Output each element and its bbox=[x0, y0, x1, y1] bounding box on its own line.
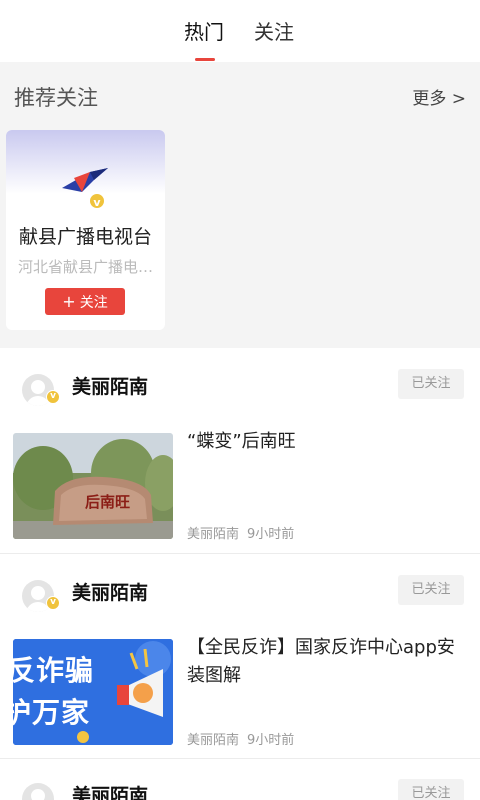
recommend-title: 推荐关注 bbox=[14, 86, 98, 110]
article-thumbnail[interactable]: 反诈骗 护万家 bbox=[13, 639, 173, 745]
author-avatar[interactable] bbox=[22, 783, 54, 800]
followed-button[interactable]: 已关注 bbox=[398, 369, 464, 399]
follow-button[interactable]: + 关注 bbox=[45, 288, 125, 315]
tab-follow[interactable]: 关注 bbox=[254, 16, 294, 45]
author-name[interactable]: 美丽陌南 bbox=[72, 578, 148, 605]
verified-badge-icon: v bbox=[88, 192, 106, 210]
active-tab-indicator bbox=[195, 58, 215, 61]
followed-button[interactable]: 已关注 bbox=[398, 575, 464, 605]
verified-badge-icon: v bbox=[46, 596, 60, 610]
section-separator bbox=[0, 340, 480, 348]
article-time: 9小时前 bbox=[247, 733, 295, 748]
verified-badge-icon: v bbox=[46, 390, 60, 404]
article-time: 9小时前 bbox=[247, 527, 295, 542]
article-thumbnail[interactable]: 后南旺 bbox=[13, 433, 173, 539]
feed-item[interactable]: v 美丽陌南 已关注 后南旺 “蝶变”后南旺 美丽陌南 9小时前 bbox=[0, 348, 480, 553]
feed-item[interactable]: v 美丽陌南 已关注 反诈骗 护万家 【全民反诈】国家反诈中心app安装图解 美… bbox=[0, 554, 480, 758]
card-description: 河北省献县广播电… bbox=[17, 258, 153, 276]
article-source: 美丽陌南 bbox=[187, 527, 240, 542]
article-source: 美丽陌南 bbox=[187, 733, 240, 748]
thumbnail-text-line2: 护万家 bbox=[13, 696, 91, 729]
article-headline[interactable]: 【全民反诈】国家反诈中心app安装图解 bbox=[187, 634, 467, 690]
follow-label: 关注 bbox=[79, 295, 108, 311]
top-tab-bar: 热门 关注 bbox=[0, 0, 480, 62]
station-logo-icon bbox=[62, 168, 108, 192]
thumbnail-text: 后南旺 bbox=[85, 493, 131, 511]
followed-button[interactable]: 已关注 bbox=[398, 779, 464, 800]
thumbnail-text-line1: 反诈骗 bbox=[13, 654, 95, 687]
more-link[interactable]: 更多 > bbox=[412, 84, 466, 109]
article-meta: 美丽陌南 9小时前 bbox=[187, 729, 294, 748]
article-headline[interactable]: “蝶变”后南旺 bbox=[187, 428, 467, 456]
article-meta: 美丽陌南 9小时前 bbox=[187, 523, 294, 542]
card-name: 献县广播电视台 bbox=[18, 226, 152, 248]
tab-hot[interactable]: 热门 bbox=[184, 16, 224, 45]
plus-icon: + bbox=[62, 292, 76, 311]
author-name[interactable]: 美丽陌南 bbox=[72, 781, 148, 800]
feed-item[interactable]: 美丽陌南 已关注 bbox=[0, 759, 480, 800]
recommend-card[interactable]: v 献县广播电视台 河北省献县广播电… + 关注 bbox=[6, 130, 165, 330]
author-name[interactable]: 美丽陌南 bbox=[72, 372, 148, 399]
